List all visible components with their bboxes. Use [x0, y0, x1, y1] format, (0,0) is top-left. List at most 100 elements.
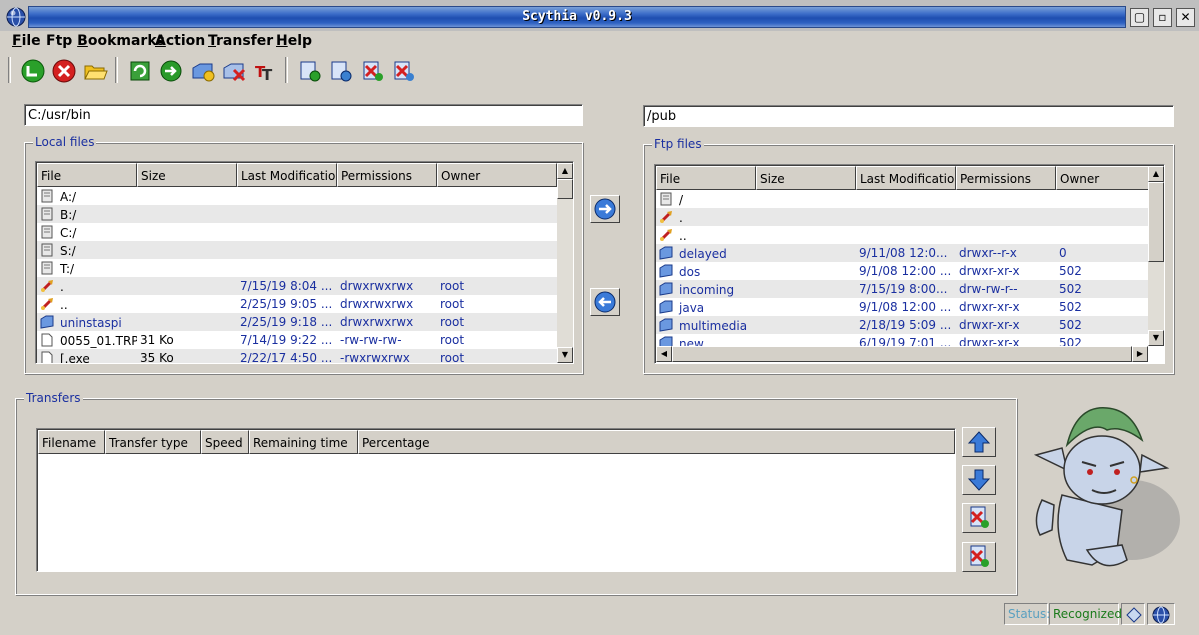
file-size-cell: [137, 313, 237, 331]
scroll-up-button[interactable]: ▲: [1148, 166, 1164, 182]
arrow-up-icon: [967, 431, 991, 453]
file-name: uninstaspi: [60, 316, 122, 330]
column-header-transfer-type[interactable]: Transfer type: [105, 430, 201, 454]
file-row[interactable]: multimedia 2/18/19 5:09 ... drwxr-xr-x 502: [656, 316, 1151, 334]
new-folder-icon[interactable]: [190, 58, 216, 84]
last-modified-cell: 7/15/19 8:04 ...: [240, 279, 333, 293]
column-header-permissions[interactable]: Permissions: [956, 166, 1056, 190]
file-size-cell: [756, 280, 856, 298]
file-row[interactable]: /: [656, 190, 1151, 208]
file-row[interactable]: delayed 9/11/08 12:0... drwxr--r-x 0: [656, 244, 1151, 262]
queue-remove-icon[interactable]: [360, 58, 386, 84]
column-header-size[interactable]: Size: [756, 166, 856, 190]
column-header-permissions[interactable]: Permissions: [337, 163, 437, 187]
maximize-button[interactable]: ▫: [1153, 8, 1172, 27]
file-row[interactable]: 0055_01.TRP 31 Ko 7/14/19 9:22 ... -rw-rw-r…: [37, 331, 557, 349]
remove-transfer-button[interactable]: [962, 503, 996, 533]
ftp-vertical-scrollbar[interactable]: ▲ ▼: [1148, 166, 1164, 346]
file-name: /: [679, 193, 684, 207]
file-row[interactable]: .. 2/25/19 9:05 ... drwxrwxrwx root: [37, 295, 557, 313]
delete-icon[interactable]: [221, 58, 247, 84]
file-row[interactable]: ..: [656, 226, 1151, 244]
permissions-cell: [337, 259, 437, 277]
toolbar-separator: [285, 57, 288, 83]
file-name: dos: [679, 265, 701, 279]
queue-clear-icon[interactable]: [391, 58, 417, 84]
permissions-cell: [956, 208, 1056, 226]
menu-transfer[interactable]: Transfer: [208, 33, 273, 49]
column-header-file[interactable]: File: [656, 166, 756, 190]
queue-add-icon[interactable]: [297, 58, 323, 84]
move-down-button[interactable]: [962, 465, 996, 495]
column-header-size[interactable]: Size: [137, 163, 237, 187]
clear-transfers-button[interactable]: [962, 542, 996, 572]
file-row[interactable]: . 7/15/19 8:04 ... drwxrwxrwx root: [37, 277, 557, 295]
queue-info-icon[interactable]: [328, 58, 354, 84]
local-path-input[interactable]: [24, 104, 583, 126]
menu-file[interactable]: File: [12, 33, 41, 49]
scroll-thumb[interactable]: [557, 179, 573, 199]
folder-icon: [659, 246, 673, 260]
column-header-modified[interactable]: Last Modificatior: [856, 166, 956, 190]
column-header-percentage[interactable]: Percentage: [358, 430, 955, 454]
file-row[interactable]: B:/: [37, 205, 557, 223]
ftp-file-table[interactable]: File Size Last Modificatior Permissions …: [654, 164, 1165, 364]
scroll-thumb[interactable]: [1148, 182, 1164, 262]
menu-ftp-bookmarks[interactable]: Ftp Bookmarks: [46, 33, 165, 49]
local-file-table[interactable]: File Size Last Modificatior Permissions …: [35, 161, 574, 364]
column-header-speed[interactable]: Speed: [201, 430, 249, 454]
window-title: Scythia v0.9.3: [522, 9, 632, 24]
file-row[interactable]: java 9/1/08 12:00 ... drwxr-xr-x 502: [656, 298, 1151, 316]
file-row[interactable]: incoming 7/15/19 8:00... drw-rw-r-- 502: [656, 280, 1151, 298]
go-icon[interactable]: [158, 58, 184, 84]
file-row[interactable]: C:/: [37, 223, 557, 241]
transfers-table[interactable]: Filename Transfer type Speed Remaining t…: [36, 428, 956, 572]
upload-button[interactable]: [590, 195, 620, 223]
scroll-down-button[interactable]: ▼: [1148, 330, 1164, 346]
column-header-owner[interactable]: Owner: [1056, 166, 1151, 190]
connect-icon[interactable]: [20, 58, 46, 84]
owner-cell: root: [440, 297, 465, 311]
menu-help[interactable]: Help: [276, 33, 312, 49]
menu-action[interactable]: Action: [155, 33, 205, 49]
ftp-horizontal-scrollbar[interactable]: ◀ ▶: [656, 346, 1148, 362]
scroll-left-button[interactable]: ◀: [656, 346, 672, 362]
owner-cell: [437, 187, 557, 205]
close-button[interactable]: ✕: [1176, 8, 1195, 27]
local-vertical-scrollbar[interactable]: ▲ ▼: [557, 163, 573, 363]
scroll-down-button[interactable]: ▼: [557, 347, 573, 363]
column-header-remaining-time[interactable]: Remaining time: [249, 430, 358, 454]
open-folder-icon[interactable]: [82, 58, 108, 84]
minimize-button[interactable]: ▢: [1130, 8, 1149, 27]
column-header-modified[interactable]: Last Modificatior: [237, 163, 337, 187]
column-header-file[interactable]: File: [37, 163, 137, 187]
download-button[interactable]: [590, 288, 620, 316]
scroll-right-button[interactable]: ▶: [1132, 346, 1148, 362]
column-header-filename[interactable]: Filename: [38, 430, 105, 454]
file-size-cell: [137, 277, 237, 295]
app-globe-icon[interactable]: [6, 7, 26, 27]
scroll-thumb[interactable]: [672, 346, 1132, 362]
permissions-cell: [956, 226, 1056, 244]
permissions-cell: drwxrwxrwx: [340, 315, 414, 329]
file-size-cell: 31 Ko: [140, 333, 174, 347]
refresh-icon[interactable]: [127, 58, 153, 84]
file-row[interactable]: .: [656, 208, 1151, 226]
remote-path-input[interactable]: [643, 105, 1174, 127]
title-bar[interactable]: Scythia v0.9.3 ▢ ▫ ✕: [0, 0, 1199, 31]
owner-cell: [437, 205, 557, 223]
column-header-owner[interactable]: Owner: [437, 163, 557, 187]
scroll-up-button[interactable]: ▲: [557, 163, 573, 179]
move-up-button[interactable]: [962, 427, 996, 457]
disconnect-icon[interactable]: [51, 58, 77, 84]
file-row[interactable]: A:/: [37, 187, 557, 205]
file-row[interactable]: uninstaspi 2/25/19 9:18 ... drwxrwxrwx root: [37, 313, 557, 331]
file-row[interactable]: dos 9/1/08 12:00 ... drwxr-xr-x 502: [656, 262, 1151, 280]
toolbar-separator: [115, 57, 118, 83]
rename-icon[interactable]: T T: [252, 58, 278, 84]
owner-cell: root: [440, 315, 465, 329]
file-row[interactable]: T:/: [37, 259, 557, 277]
file-row[interactable]: [.exe 35 Ko 2/22/17 4:50 ... -rwxrwxrwx root: [37, 349, 557, 363]
file-row[interactable]: S:/: [37, 241, 557, 259]
clear-transfers-icon: [970, 545, 989, 567]
